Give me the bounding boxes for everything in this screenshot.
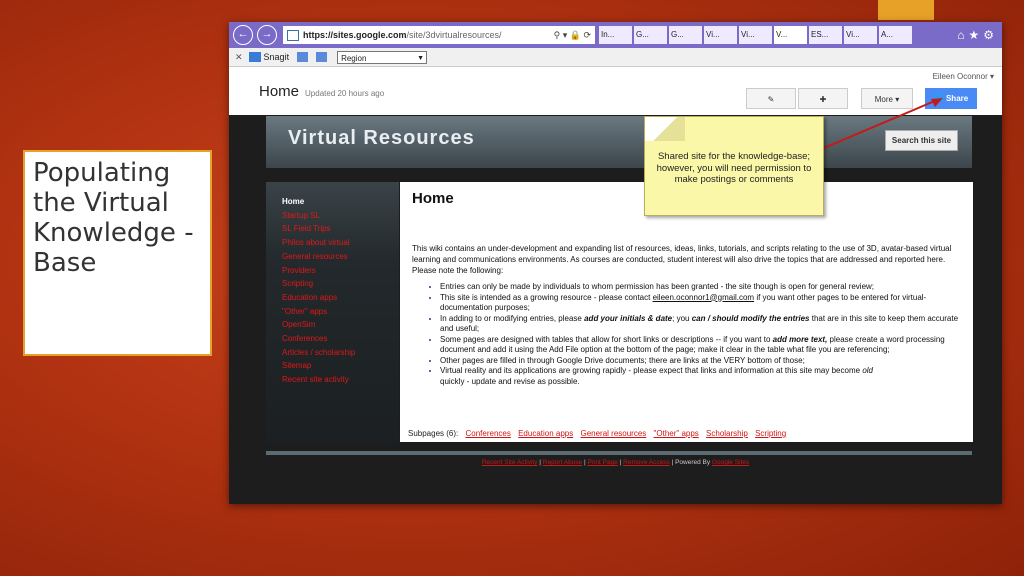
browser-screenshot: ← → https://sites.google.com /site/3dvir… xyxy=(229,22,1002,504)
slide-title: Populating the Virtual Knowledge -Base xyxy=(33,158,194,278)
callout-arrow xyxy=(816,98,943,152)
callout-note: Shared site for the knowledge-base; howe… xyxy=(644,116,824,216)
callout-fold xyxy=(645,117,685,141)
slide-title-box: Populating the Virtual Knowledge -Base xyxy=(23,150,212,356)
callout-text: Shared site for the knowledge-base; howe… xyxy=(656,151,812,185)
accent-tab xyxy=(878,0,934,20)
